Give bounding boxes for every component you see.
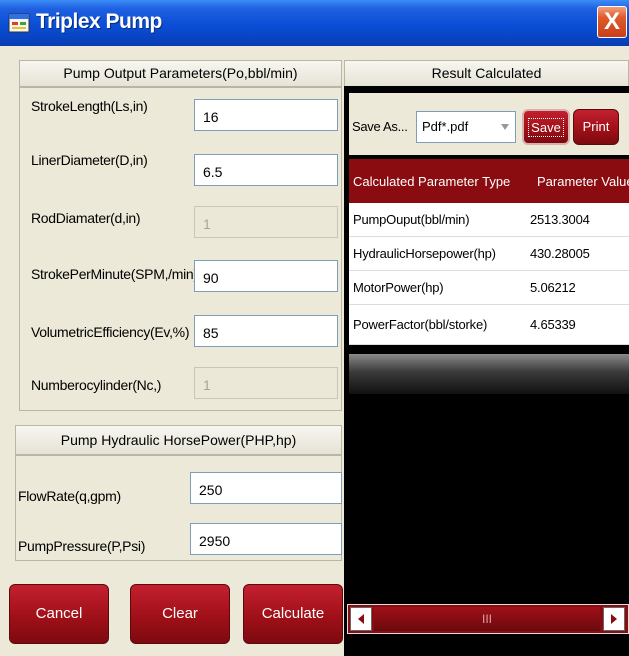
calculate-button[interactable]: Calculate xyxy=(243,584,343,644)
result-toolbar: Save As... Pdf*.pdf Save Print xyxy=(349,93,629,155)
flow-rate-label: FlowRate(q,gpm) xyxy=(18,488,121,504)
column-header-value[interactable]: Parameter Value xyxy=(537,174,629,189)
print-button[interactable]: Print xyxy=(573,109,619,145)
table-cell-type: PowerFactor(bbl/storke) xyxy=(353,317,488,332)
stroke-per-minute-input[interactable]: 90 xyxy=(194,260,338,292)
liner-diameter-label: LinerDiameter(D,in) xyxy=(31,152,148,168)
save-button-label: Save xyxy=(528,118,564,137)
table-cell-type: HydraulicHorsepower(hp) xyxy=(353,246,496,261)
cancel-button[interactable]: Cancel xyxy=(9,584,109,644)
format-select[interactable]: Pdf*.pdf xyxy=(416,111,516,143)
arrow-left-icon xyxy=(358,614,364,624)
pump-output-header: Pump Output Parameters(Po,bbl/min) xyxy=(19,60,342,87)
pump-pressure-input[interactable]: 2950 xyxy=(190,523,342,555)
table-cell-value: 4.65339 xyxy=(530,317,576,332)
clear-button[interactable]: Clear xyxy=(130,584,230,644)
volumetric-efficiency-label: VolumetricEfficiency(Ev,%) xyxy=(31,324,190,340)
hydraulic-header: Pump Hydraulic HorsePower(PHP,hp) xyxy=(15,425,342,455)
triplex-pump-window: Triplex Pump X Pump Output Parameters(Po… xyxy=(0,0,629,656)
arrow-right-icon xyxy=(611,614,617,624)
stroke-per-minute-label: StrokePerMinute(SPM,/min) xyxy=(31,266,198,282)
save-as-label: Save As... xyxy=(352,119,408,134)
table-cell-type: PumpOuput(bbl/min) xyxy=(353,212,470,227)
scroll-left-button[interactable] xyxy=(350,607,372,631)
table-row[interactable]: MotorPower(hp) 5.06212 xyxy=(349,271,629,305)
result-header: Result Calculated xyxy=(344,60,629,87)
stroke-length-label: StrokeLength(Ls,in) xyxy=(31,98,148,114)
stroke-length-input[interactable]: 16 xyxy=(194,99,338,131)
grid-header: Calculated Parameter Type Parameter Valu… xyxy=(349,159,629,203)
volumetric-efficiency-input[interactable]: 85 xyxy=(194,315,338,347)
title-bar[interactable]: Triplex Pump X xyxy=(0,0,629,46)
pump-pressure-label: PumpPressure(P,Psi) xyxy=(18,538,146,554)
table-cell-value: 5.06212 xyxy=(530,280,576,295)
horizontal-scrollbar[interactable]: III xyxy=(347,604,629,634)
rod-diameter-input: 1 xyxy=(194,206,338,238)
table-row[interactable]: PumpOuput(bbl/min) 2513.3004 xyxy=(349,203,629,237)
rod-diameter-label: RodDiamater(d,in) xyxy=(31,210,141,226)
table-row[interactable]: PowerFactor(bbl/storke) 4.65339 xyxy=(349,305,629,345)
format-select-value: Pdf*.pdf xyxy=(422,119,469,134)
liner-diameter-input[interactable]: 6.5 xyxy=(194,154,338,186)
table-cell-value: 430.28005 xyxy=(530,246,590,261)
window-title: Triplex Pump xyxy=(36,10,162,33)
column-header-type[interactable]: Calculated Parameter Type xyxy=(353,174,510,189)
table-row[interactable]: HydraulicHorsepower(hp) 430.28005 xyxy=(349,237,629,271)
number-of-cylinder-label: Numberocylinder(Nc,) xyxy=(31,377,162,393)
grid-footer-band xyxy=(349,354,629,394)
table-cell-value: 2513.3004 xyxy=(530,212,590,227)
close-button[interactable]: X xyxy=(597,6,627,38)
form-icon xyxy=(8,13,30,33)
scroll-thumb[interactable]: III xyxy=(374,607,600,631)
table-cell-type: MotorPower(hp) xyxy=(353,280,444,295)
save-button[interactable]: Save xyxy=(522,109,570,145)
pump-output-group xyxy=(19,87,342,411)
number-of-cylinder-input: 1 xyxy=(194,367,338,399)
chevron-down-icon xyxy=(501,124,509,130)
scroll-right-button[interactable] xyxy=(603,607,625,631)
flow-rate-input[interactable]: 250 xyxy=(190,472,342,504)
